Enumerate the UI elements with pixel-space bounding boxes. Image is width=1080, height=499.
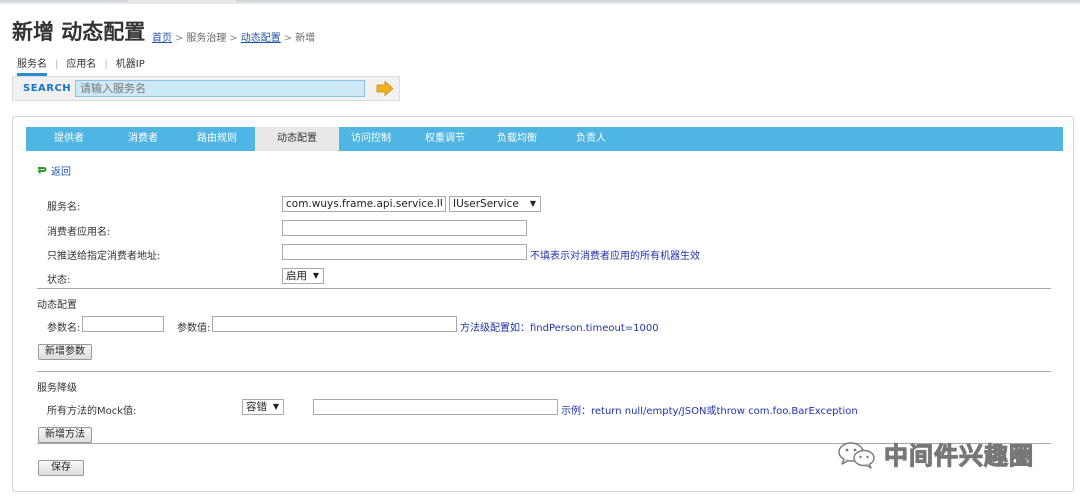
search-type-separator: | (104, 59, 108, 70)
tab-owner[interactable]: 负责人 (562, 127, 620, 151)
search-type-separator: | (55, 59, 59, 70)
breadcrumb: 首页 > 服务治理 > 动态配置 > 新增 (152, 29, 315, 44)
tab-weight[interactable]: 权重调节 (416, 127, 474, 151)
mock-select-value: 容错 (246, 401, 267, 413)
tab-bar: 提供者 消费者 路由规则 动态配置 访问控制 权重调节 负载均衡 负责人 (26, 127, 1063, 151)
watermark-text: 中间件兴趣圈 (883, 441, 1034, 470)
status-select-value: 启用 (286, 270, 307, 282)
breadcrumb-separator: > (283, 33, 293, 44)
consumer-addr-input[interactable] (282, 244, 527, 260)
tab-consumers[interactable]: 消费者 (114, 127, 172, 151)
page-title: 新增 动态配置 (12, 20, 146, 44)
search-label: SEARCH (23, 83, 72, 94)
status-label: 状态: (47, 275, 71, 286)
param-value-input[interactable] (212, 316, 457, 332)
mock-label: 所有方法的Mock值: (47, 406, 137, 417)
service-name-input[interactable] (282, 196, 446, 212)
page-header: 新增 动态配置 首页 > 服务治理 > 动态配置 > 新增 (12, 16, 1072, 46)
degrade-section-title: 服务降级 (37, 383, 77, 394)
search-go-arrow-icon[interactable] (375, 80, 395, 97)
tab-dynamic-config[interactable]: 动态配置 (255, 127, 339, 151)
consumer-addr-label: 只推送给指定消费者地址: (47, 251, 161, 262)
tab-load-balance[interactable]: 负载均衡 (488, 127, 546, 151)
mock-value-input[interactable] (313, 399, 558, 415)
search-input[interactable] (75, 80, 365, 97)
param-value-label: 参数值: (177, 323, 211, 334)
dropdown-arrow-icon: ▼ (312, 271, 319, 280)
save-button[interactable]: 保存 (38, 460, 84, 476)
tab-providers[interactable]: 提供者 (40, 127, 98, 151)
back-link-label: 返回 (51, 167, 71, 178)
status-select[interactable]: 启用 ▼ (282, 268, 324, 284)
mock-select[interactable]: 容错 ▼ (242, 399, 284, 415)
dropdown-arrow-icon: ▼ (272, 402, 279, 411)
service-select[interactable]: IUserService ▼ (449, 196, 541, 212)
top-strip-highlight (128, 0, 236, 4)
breadcrumb-dynamic-config-link[interactable]: 动态配置 (241, 33, 281, 44)
add-method-button[interactable]: 新增方法 (38, 427, 92, 443)
param-hint: 方法级配置如：findPerson.timeout=1000 (460, 323, 659, 334)
search-bar: SEARCH (12, 76, 400, 101)
search-type-switcher: 服务名 | 应用名 | 机器IP (17, 55, 145, 76)
section-divider (37, 371, 1051, 372)
consumer-app-input[interactable] (282, 220, 527, 236)
param-name-label: 参数名: (47, 323, 81, 334)
service-label: 服务名: (47, 202, 81, 213)
breadcrumb-governance: 服务治理 (186, 33, 227, 44)
search-type-app[interactable]: 应用名 (66, 55, 96, 74)
window-top-strip (0, 0, 1080, 4)
search-type-ip[interactable]: 机器IP (116, 55, 145, 74)
dropdown-arrow-icon: ▼ (529, 199, 536, 208)
back-arrow-icon (37, 167, 47, 175)
breadcrumb-home-link[interactable]: 首页 (152, 33, 172, 44)
service-select-value: IUserService (453, 198, 519, 210)
mock-hint: 示例：return null/empty/JSON或throw com.foo.… (561, 406, 858, 417)
wechat-logo-icon (838, 442, 875, 469)
param-name-input[interactable] (82, 316, 164, 332)
breadcrumb-separator: > (229, 33, 238, 44)
consumer-app-label: 消费者应用名: (47, 227, 111, 238)
add-param-button[interactable]: 新增参数 (38, 344, 92, 360)
consumer-addr-hint: 不填表示对消费者应用的所有机器生效 (530, 251, 700, 262)
search-type-service[interactable]: 服务名 (17, 55, 47, 76)
breadcrumb-separator: > (175, 33, 184, 44)
back-link[interactable]: 返回 (37, 163, 71, 178)
section-divider (37, 288, 1051, 289)
tab-access-control[interactable]: 访问控制 (342, 127, 400, 151)
tab-routes[interactable]: 路由规则 (188, 127, 246, 151)
dynamic-config-section-title: 动态配置 (37, 300, 77, 311)
breadcrumb-current: 新增 (295, 33, 316, 44)
